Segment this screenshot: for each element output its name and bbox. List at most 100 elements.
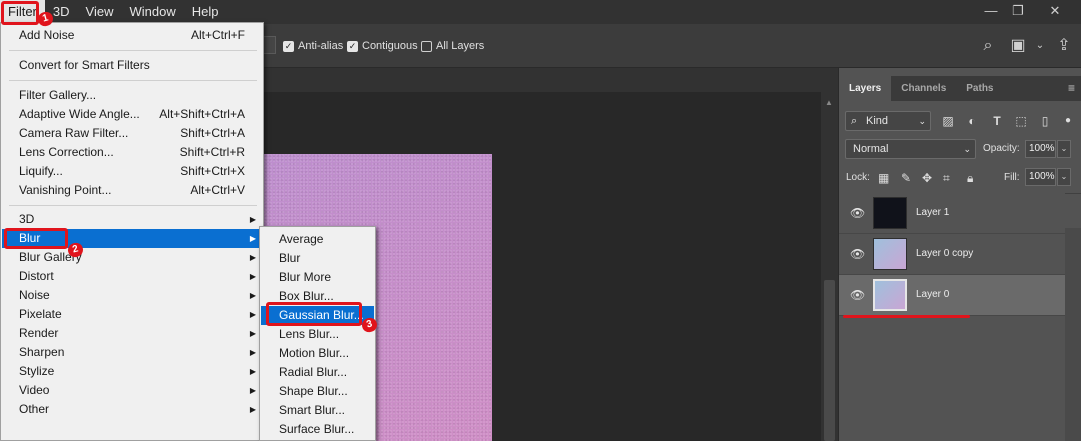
opacity-input[interactable]: 100% bbox=[1025, 140, 1056, 158]
layer-thumbnail bbox=[873, 197, 907, 229]
filter-toggle-icon[interactable]: ● bbox=[1060, 113, 1076, 129]
close-button[interactable]: ✕ bbox=[1040, 0, 1070, 24]
menu-item-blur-gallery[interactable]: Blur Gallery ▶ bbox=[2, 248, 263, 267]
visibility-eye-icon[interactable]: 👁︎ bbox=[850, 206, 865, 220]
submenu-arrow-icon: ▶ bbox=[249, 272, 256, 281]
shape-filter-icon[interactable]: ⬚ bbox=[1013, 113, 1029, 129]
menu-item-camera-raw-filter[interactable]: Camera Raw Filter... Shift+Ctrl+A bbox=[2, 124, 263, 143]
submenu-item-lens-blur[interactable]: Lens Blur... bbox=[261, 325, 374, 344]
layer-row-layer-1[interactable]: 👁︎ Layer 1 bbox=[839, 193, 1065, 234]
submenu-item-blur[interactable]: Blur bbox=[261, 249, 374, 268]
lock-transparent-icon[interactable]: ▦ bbox=[878, 171, 889, 185]
tolerance-field[interactable] bbox=[262, 36, 276, 54]
blend-mode-dropdown[interactable]: Normal ⌄ bbox=[845, 139, 976, 159]
submenu-item-shape-blur[interactable]: Shape Blur... bbox=[261, 382, 374, 401]
menu-item-label: Add Noise bbox=[19, 28, 75, 42]
chevron-down-icon[interactable]: ⌄ bbox=[1030, 36, 1050, 56]
kind-filter-dropdown[interactable]: ⌕ Kind ⌄ bbox=[845, 111, 931, 131]
submenu-item-radial-blur[interactable]: Radial Blur... bbox=[261, 363, 374, 382]
submenu-item-smart-blur[interactable]: Smart Blur... bbox=[261, 401, 374, 420]
type-filter-icon[interactable]: T bbox=[989, 113, 1005, 129]
workspace-icon[interactable]: ▣ bbox=[1008, 36, 1028, 56]
fill-input[interactable]: 100% bbox=[1025, 168, 1056, 186]
submenu-arrow-icon: ▶ bbox=[249, 234, 256, 243]
menu-help[interactable]: Help bbox=[184, 0, 227, 24]
share-icon[interactable]: ⇪ bbox=[1054, 36, 1074, 56]
visibility-eye-icon[interactable]: 👁︎ bbox=[850, 288, 865, 302]
shortcut: Shift+Ctrl+R bbox=[179, 145, 245, 159]
visibility-eye-icon[interactable]: 👁︎ bbox=[850, 247, 865, 261]
panel-menu-icon[interactable]: ≡ bbox=[1068, 81, 1075, 95]
submenu-item-average[interactable]: Average bbox=[261, 230, 374, 249]
tab-channels[interactable]: Channels bbox=[891, 76, 956, 101]
submenu-arrow-icon: ▶ bbox=[249, 310, 256, 319]
check-icon: ✓ bbox=[347, 40, 358, 52]
restore-button[interactable]: ❐ bbox=[1003, 0, 1033, 24]
scrollbar-thumb[interactable] bbox=[824, 280, 835, 441]
menu-item-convert-smart-filters[interactable]: Convert for Smart Filters bbox=[2, 56, 263, 75]
menu-view[interactable]: View bbox=[78, 0, 122, 24]
vertical-scrollbar[interactable]: ▲ bbox=[821, 92, 838, 441]
lock-label: Lock: bbox=[846, 172, 870, 183]
layer-name: Layer 0 copy bbox=[916, 248, 974, 259]
menu-item-liquify[interactable]: Liquify... Shift+Ctrl+X bbox=[2, 162, 263, 181]
menu-separator bbox=[9, 80, 257, 81]
smart-object-filter-icon[interactable]: ▯ bbox=[1037, 113, 1053, 129]
menu-item-sharpen[interactable]: Sharpen ▶ bbox=[2, 343, 263, 362]
layer-row-layer-0-copy[interactable]: 👁︎ Layer 0 copy bbox=[839, 234, 1065, 275]
anti-alias-checkbox[interactable]: ✓ Anti-alias bbox=[283, 39, 343, 53]
menu-item-label: Liquify... bbox=[19, 164, 63, 178]
submenu-arrow-icon: ▶ bbox=[249, 291, 256, 300]
layer-name: Layer 0 bbox=[916, 289, 950, 300]
layer-row-layer-0[interactable]: 👁︎ Layer 0 bbox=[839, 275, 1065, 316]
menu-item-video[interactable]: Video ▶ bbox=[2, 381, 263, 400]
menu-item-stylize[interactable]: Stylize ▶ bbox=[2, 362, 263, 381]
chevron-down-icon: ⌄ bbox=[918, 116, 926, 126]
menu-item-label: Convert for Smart Filters bbox=[19, 58, 150, 72]
menu-item-add-noise[interactable]: Add Noise Alt+Ctrl+F bbox=[2, 26, 263, 45]
lock-position-icon[interactable]: ✥ bbox=[922, 171, 932, 185]
submenu-item-surface-blur[interactable]: Surface Blur... bbox=[261, 420, 374, 439]
menu-item-label: Other bbox=[19, 402, 50, 416]
search-icon[interactable]: ⌕ bbox=[978, 36, 998, 56]
search-icon: ⌕ bbox=[851, 115, 858, 127]
opacity-dropdown-icon[interactable]: ⌄ bbox=[1057, 140, 1071, 158]
minimize-button[interactable]: — bbox=[976, 0, 1006, 24]
menu-item-label: Sharpen bbox=[19, 345, 65, 359]
menu-item-adaptive-wide-angle[interactable]: Adaptive Wide Angle... Alt+Shift+Ctrl+A bbox=[2, 105, 263, 124]
menu-item-lens-correction[interactable]: Lens Correction... Shift+Ctrl+R bbox=[2, 143, 263, 162]
menu-item-render[interactable]: Render ▶ bbox=[2, 324, 263, 343]
menu-item-label: Filter Gallery... bbox=[19, 88, 97, 102]
menu-item-filter-gallery[interactable]: Filter Gallery... bbox=[2, 86, 263, 105]
all-layers-checkbox[interactable]: All Layers bbox=[421, 39, 484, 53]
anti-alias-label: Anti-alias bbox=[298, 40, 344, 52]
scroll-up-icon[interactable]: ▲ bbox=[825, 98, 833, 107]
menu-item-pixelate[interactable]: Pixelate ▶ bbox=[2, 305, 263, 324]
panel-scrollbar[interactable] bbox=[1065, 228, 1081, 441]
contiguous-checkbox[interactable]: ✓ Contiguous bbox=[347, 39, 418, 53]
menu-item-other[interactable]: Other ▶ bbox=[2, 400, 263, 419]
submenu-item-motion-blur[interactable]: Motion Blur... bbox=[261, 344, 374, 363]
lock-brush-icon[interactable]: ✎ bbox=[901, 171, 911, 185]
menu-item-label: Render bbox=[19, 326, 59, 340]
shortcut: Shift+Ctrl+X bbox=[180, 164, 245, 178]
menu-item-distort[interactable]: Distort ▶ bbox=[2, 267, 263, 286]
tab-layers[interactable]: Layers bbox=[839, 76, 892, 101]
menu-window[interactable]: Window bbox=[121, 0, 183, 24]
menu-item-label: Video bbox=[19, 383, 50, 397]
menu-item-vanishing-point[interactable]: Vanishing Point... Alt+Ctrl+V bbox=[2, 181, 263, 200]
tab-paths[interactable]: Paths bbox=[956, 76, 1003, 101]
menu-item-3d[interactable]: 3D ▶ bbox=[2, 210, 263, 229]
fill-dropdown-icon[interactable]: ⌄ bbox=[1057, 168, 1071, 186]
submenu-arrow-icon: ▶ bbox=[249, 348, 256, 357]
lock-all-icon[interactable]: 🔒︎ bbox=[967, 171, 973, 186]
adjustment-filter-icon[interactable]: ◐ bbox=[964, 113, 980, 129]
menu-item-label: Vanishing Point... bbox=[19, 183, 112, 197]
menu-item-noise[interactable]: Noise ▶ bbox=[2, 286, 263, 305]
submenu-item-blur-more[interactable]: Blur More bbox=[261, 268, 374, 287]
submenu-arrow-icon: ▶ bbox=[249, 386, 256, 395]
lock-artboard-icon[interactable]: ⌗ bbox=[943, 171, 950, 186]
menu-bar: Filter 3D View Window Help bbox=[0, 0, 1081, 24]
pixel-filter-icon[interactable]: ▨ bbox=[940, 113, 956, 129]
layer-thumbnail bbox=[873, 238, 907, 270]
